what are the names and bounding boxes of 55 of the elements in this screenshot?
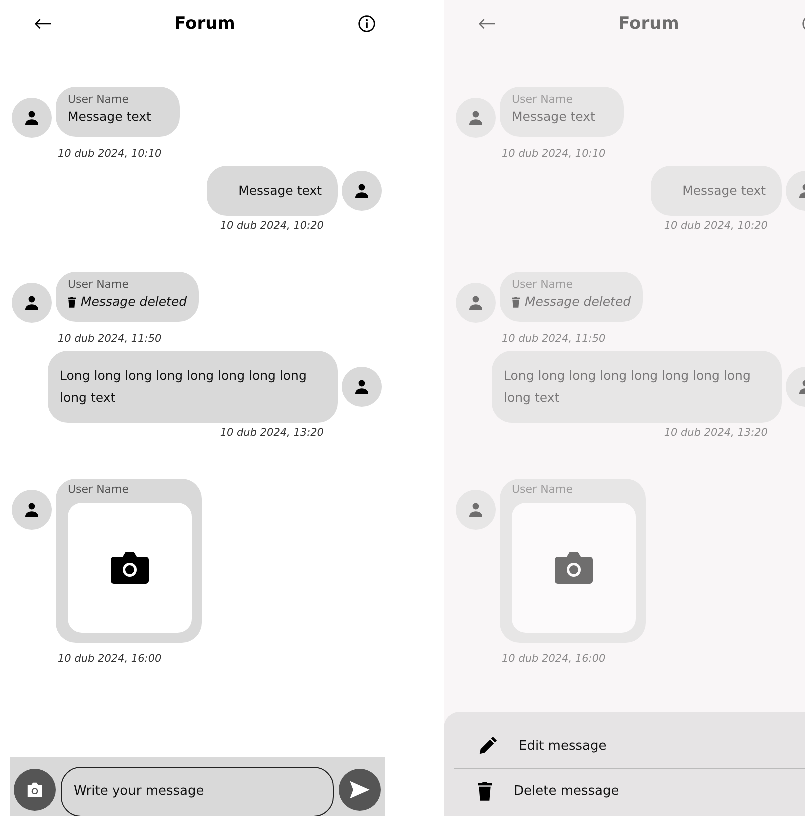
- author-name: User Name: [68, 483, 130, 497]
- message-bubble[interactable]: User Name Message deleted: [500, 272, 644, 322]
- person-icon: [24, 295, 40, 311]
- message-bubble[interactable]: User Name Message text: [56, 87, 180, 137]
- message-bubble[interactable]: User Name: [56, 479, 202, 643]
- message-time: 10 dub 2024, 11:50: [502, 333, 606, 345]
- send-button[interactable]: [339, 768, 381, 810]
- screen-title: Forum: [174, 14, 236, 34]
- pencil-icon: [478, 736, 497, 756]
- message-time: 10 dub 2024, 10:10: [58, 148, 162, 160]
- person-icon: [468, 502, 484, 518]
- message-bubble[interactable]: Long long long long long long long long long text: [492, 351, 782, 423]
- info-icon[interactable]: [358, 15, 376, 33]
- send-icon: [349, 780, 371, 800]
- author-name: User Name: [68, 93, 130, 107]
- camera-icon: [554, 551, 594, 585]
- trash-icon: [512, 296, 520, 308]
- person-icon: [24, 502, 40, 518]
- message-time: 10 dub 2024, 16:00: [502, 653, 606, 665]
- message-bubble[interactable]: Message text: [206, 166, 338, 216]
- author-name: User Name: [512, 93, 574, 107]
- person-icon: [354, 379, 370, 395]
- message-bubble[interactable]: Long long long long long long long long long text: [48, 351, 338, 423]
- message-bubble[interactable]: Message text: [650, 166, 782, 216]
- camera-icon: [110, 551, 150, 585]
- camera-icon: [26, 782, 44, 798]
- message-time: 10 dub 2024, 10:10: [502, 148, 606, 160]
- menu-item[interactable]: Delete message: [444, 769, 805, 813]
- message-time: 10 dub 2024, 16:00: [58, 653, 162, 665]
- back-arrow-icon[interactable]: [34, 18, 52, 30]
- screen-title: Forum: [618, 14, 680, 34]
- author-name: User Name: [68, 278, 130, 292]
- author-name: User Name: [512, 278, 574, 292]
- message-time: 10 dub 2024, 13:20: [220, 427, 324, 439]
- message-text: Message deleted: [81, 293, 188, 311]
- message-time: 10 dub 2024, 10:20: [664, 220, 768, 232]
- image-placeholder[interactable]: [68, 503, 192, 633]
- message-time: 10 dub 2024, 11:50: [58, 333, 162, 345]
- trash-icon: [478, 782, 492, 800]
- author-name: User Name: [512, 483, 574, 497]
- camera-button[interactable]: [14, 768, 56, 810]
- message-time: 10 dub 2024, 10:20: [220, 220, 324, 232]
- person-icon: [468, 110, 484, 126]
- menu-item[interactable]: Edit message: [444, 724, 805, 768]
- message-text: Message deleted: [525, 293, 632, 311]
- message-input[interactable]: Write your message: [61, 766, 334, 816]
- message-bubble[interactable]: User Name Message deleted: [56, 272, 200, 322]
- message-text: Message text: [68, 108, 152, 126]
- trash-icon: [68, 296, 76, 308]
- person-icon: [468, 295, 484, 311]
- message-bubble[interactable]: User Name Message text: [500, 87, 624, 137]
- message-text: Message text: [512, 108, 596, 126]
- message-time: 10 dub 2024, 13:20: [664, 427, 768, 439]
- person-icon: [354, 183, 370, 199]
- person-icon: [24, 110, 40, 126]
